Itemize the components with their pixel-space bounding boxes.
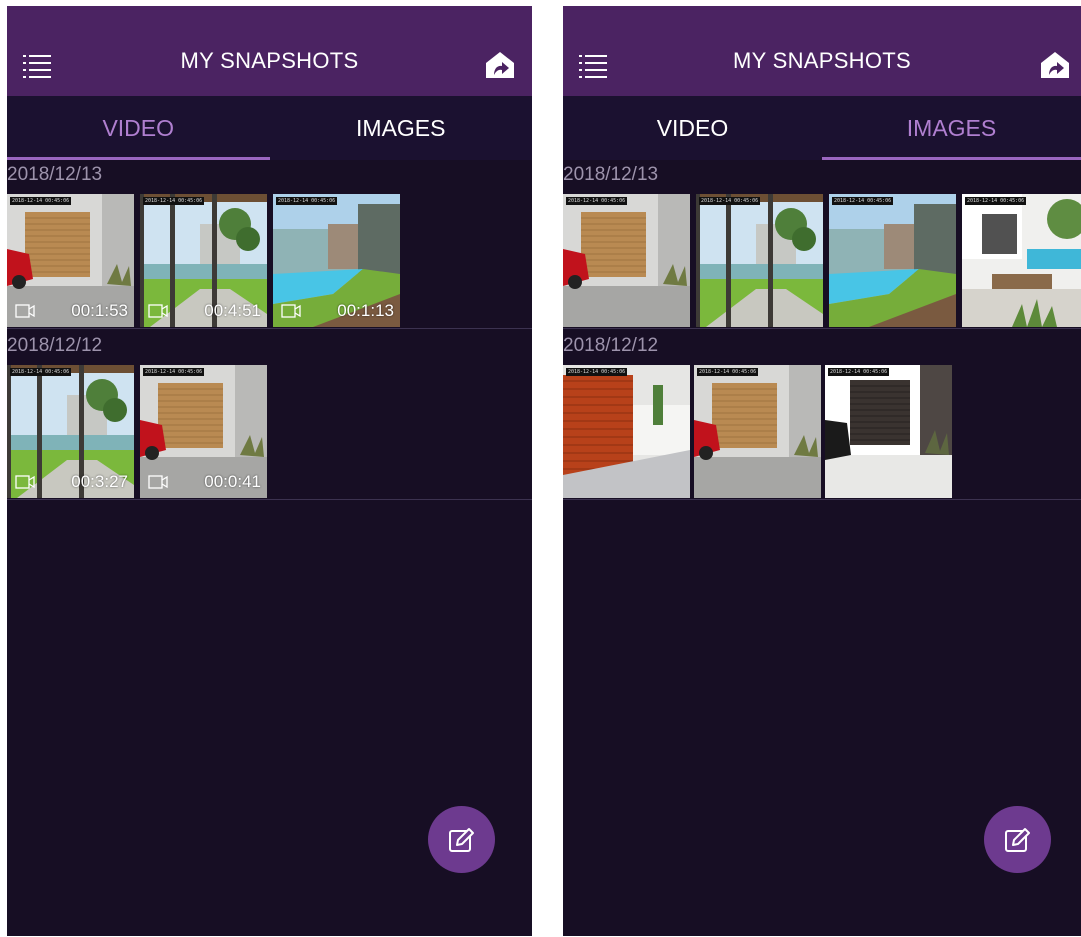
thumbnail-picture xyxy=(563,365,690,498)
video-camera-icon xyxy=(148,475,168,489)
tab-images[interactable]: IMAGES xyxy=(822,96,1081,160)
home-icon[interactable] xyxy=(483,48,517,82)
section-date: 2018/12/13 xyxy=(563,164,659,185)
video-screen: MY SNAPSHOTS VIDEO IMAGES 2018/12/13 201… xyxy=(7,6,532,936)
video-camera-icon xyxy=(15,304,35,318)
page-title: MY SNAPSHOTS xyxy=(732,48,911,73)
timestamp-overlay: 2018-12-14 00:45:06 xyxy=(566,197,628,205)
thumbnail-picture xyxy=(829,194,956,327)
app-bar: MY SNAPSHOTS xyxy=(563,6,1081,96)
tab-bar: VIDEO IMAGES xyxy=(7,96,532,160)
video-camera-icon xyxy=(281,304,301,318)
video-thumbnail[interactable]: 2018-12-14 00:45:06 00:1:53 xyxy=(7,194,134,327)
home-icon[interactable] xyxy=(1038,48,1072,82)
video-camera-icon xyxy=(148,304,168,318)
video-duration: 00:0:41 xyxy=(204,472,261,491)
thumbnail-picture xyxy=(696,194,823,327)
timestamp-overlay: 2018-12-14 00:45:06 xyxy=(828,368,890,376)
video-duration: 00:3:27 xyxy=(71,472,128,491)
timestamp-overlay: 2018-12-14 00:45:06 xyxy=(566,368,628,376)
thumbnail-picture xyxy=(962,194,1081,327)
video-thumbnail[interactable]: 2018-12-14 00:45:06 00:4:51 xyxy=(140,194,267,327)
image-thumbnail[interactable]: 2018-12-14 00:45:06 xyxy=(825,365,952,498)
image-thumbnail[interactable]: 2018-12-14 00:45:06 xyxy=(829,194,956,327)
divider xyxy=(7,499,532,500)
edit-button[interactable] xyxy=(984,806,1051,873)
tab-video[interactable]: VIDEO xyxy=(7,96,270,160)
timestamp-overlay: 2018-12-14 00:45:06 xyxy=(697,368,759,376)
video-camera-icon xyxy=(15,475,35,489)
video-duration: 00:1:13 xyxy=(337,301,394,320)
image-thumbnail[interactable]: 2018-12-14 00:45:06 xyxy=(563,365,690,498)
tab-video[interactable]: VIDEO xyxy=(563,96,822,160)
tab-bar: VIDEO IMAGES xyxy=(563,96,1081,160)
thumbnail-picture xyxy=(563,194,690,327)
image-thumbnail[interactable]: 2018-12-14 00:45:06 xyxy=(696,194,823,327)
section-date: 2018/12/12 xyxy=(7,335,103,356)
thumbnail-picture xyxy=(825,365,952,498)
timestamp-overlay: 2018-12-14 00:45:06 xyxy=(143,368,205,376)
page-title: MY SNAPSHOTS xyxy=(180,48,359,73)
image-thumbnail[interactable]: 2018-12-14 00:45:06 xyxy=(962,194,1081,327)
image-thumbnail[interactable]: 2018-12-14 00:45:06 xyxy=(694,365,821,498)
edit-icon xyxy=(1004,827,1030,852)
section-date: 2018/12/13 xyxy=(7,164,103,185)
divider xyxy=(7,328,532,329)
app-bar: MY SNAPSHOTS xyxy=(7,6,532,96)
edit-icon xyxy=(448,827,474,852)
timestamp-overlay: 2018-12-14 00:45:06 xyxy=(143,197,205,205)
section-date: 2018/12/12 xyxy=(563,335,659,356)
divider xyxy=(563,328,1081,329)
timestamp-overlay: 2018-12-14 00:45:06 xyxy=(10,368,72,376)
video-duration: 00:1:53 xyxy=(71,301,128,320)
timestamp-overlay: 2018-12-14 00:45:06 xyxy=(965,197,1027,205)
image-thumbnail[interactable]: 2018-12-14 00:45:06 xyxy=(563,194,690,327)
tab-images[interactable]: IMAGES xyxy=(270,96,533,160)
timestamp-overlay: 2018-12-14 00:45:06 xyxy=(699,197,761,205)
video-thumbnail[interactable]: 2018-12-14 00:45:06 00:0:41 xyxy=(140,365,267,498)
timestamp-overlay: 2018-12-14 00:45:06 xyxy=(276,197,338,205)
divider xyxy=(563,499,1081,500)
video-thumbnail[interactable]: 2018-12-14 00:45:06 00:3:27 xyxy=(7,365,134,498)
video-thumbnail[interactable]: 2018-12-14 00:45:06 00:1:13 xyxy=(273,194,400,327)
edit-button[interactable] xyxy=(428,806,495,873)
images-screen: MY SNAPSHOTS VIDEO IMAGES 2018/12/13 201… xyxy=(563,6,1081,936)
timestamp-overlay: 2018-12-14 00:45:06 xyxy=(832,197,894,205)
timestamp-overlay: 2018-12-14 00:45:06 xyxy=(10,197,72,205)
video-duration: 00:4:51 xyxy=(204,301,261,320)
thumbnail-picture xyxy=(694,365,821,498)
